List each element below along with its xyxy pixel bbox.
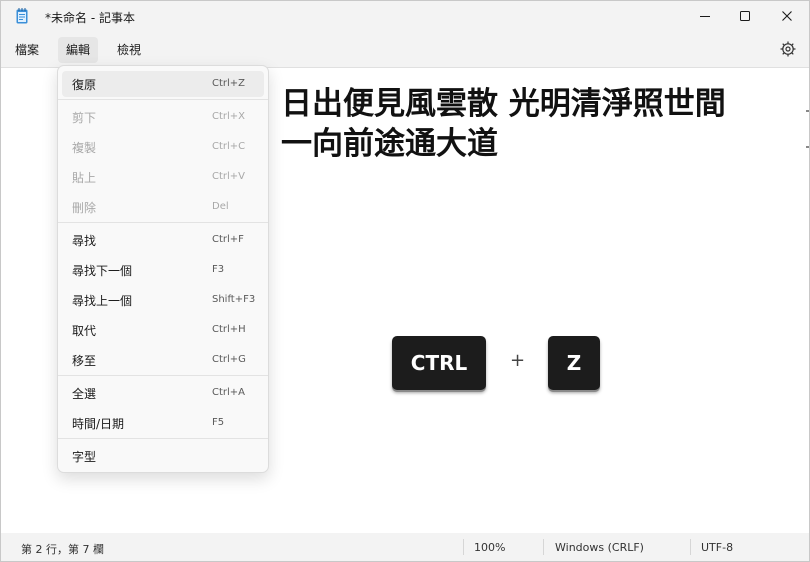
menu-item-delete: 刪除 Del	[62, 194, 264, 220]
scrollbar-mark	[806, 146, 809, 148]
window-title: *未命名 - 記事本	[45, 11, 135, 25]
menu-file[interactable]: 檔案	[7, 37, 47, 63]
zoom-level[interactable]: 100%	[474, 541, 505, 554]
notepad-window: *未命名 - 記事本 檔案 編輯 檢視 日出便見風雲散 光明清淨照世間 一向前途…	[0, 0, 810, 562]
menu-item-replace[interactable]: 取代 Ctrl+H	[62, 317, 264, 343]
plus-sign: +	[510, 350, 526, 371]
status-bar: 第 2 行，第 7 欄 100% Windows (CRLF) UTF-8	[1, 533, 809, 561]
z-key: Z	[548, 336, 600, 390]
status-divider	[690, 539, 691, 555]
scrollbar-mark	[806, 110, 809, 112]
encoding[interactable]: UTF-8	[701, 541, 733, 554]
menu-item-find-previous[interactable]: 尋找上一個 Shift+F3	[62, 287, 264, 313]
minimize-icon	[700, 16, 710, 17]
menu-separator	[58, 99, 268, 100]
menu-item-label: 貼上	[72, 171, 97, 185]
menu-item-shortcut: Ctrl+Z	[212, 78, 246, 89]
menu-item-paste: 貼上 Ctrl+V	[62, 164, 264, 190]
menu-item-find[interactable]: 尋找 Ctrl+F	[62, 227, 264, 253]
menu-item-label: 尋找下一個	[72, 264, 133, 278]
menu-item-shortcut: Del	[212, 201, 229, 212]
menu-item-select-all[interactable]: 全選 Ctrl+A	[62, 380, 264, 406]
status-divider	[463, 539, 464, 555]
keyboard-shortcut-graphic: CTRL + Z	[382, 326, 610, 400]
cursor-position: 第 2 行，第 7 欄	[21, 543, 104, 556]
menu-item-shortcut: F5	[212, 417, 225, 428]
status-divider	[543, 539, 544, 555]
maximize-icon	[740, 11, 750, 21]
menu-item-copy: 複製 Ctrl+C	[62, 134, 264, 160]
menu-item-label: 取代	[72, 324, 97, 338]
editor-line-1: 日出便見風雲散 光明清淨照世間	[281, 86, 726, 122]
menu-item-shortcut: Shift+F3	[212, 294, 256, 305]
menu-item-label: 復原	[72, 78, 97, 92]
menu-item-shortcut: Ctrl+F	[212, 234, 244, 245]
editor-content[interactable]: 日出便見風雲散 光明清淨照世間 一向前途通大道	[281, 84, 801, 164]
menu-item-label: 移至	[72, 354, 97, 368]
menu-item-label: 全選	[72, 387, 97, 401]
gear-icon	[780, 41, 796, 57]
menu-item-find-next[interactable]: 尋找下一個 F3	[62, 257, 264, 283]
menu-item-shortcut: Ctrl+G	[212, 354, 246, 365]
menu-item-label: 字型	[72, 450, 97, 464]
menu-bar: 檔案 編輯 檢視	[1, 35, 809, 65]
editor-line-2: 一向前途通大道	[281, 126, 498, 162]
menu-item-cut: 剪下 Ctrl+X	[62, 104, 264, 130]
ctrl-key: CTRL	[392, 336, 486, 390]
menu-item-shortcut: F3	[212, 264, 225, 275]
menu-separator	[58, 222, 268, 223]
menu-item-label: 尋找	[72, 234, 97, 248]
menu-item-time-date[interactable]: 時間/日期 F5	[62, 410, 264, 436]
menu-item-label: 剪下	[72, 111, 97, 125]
menu-item-label: 時間/日期	[72, 417, 125, 431]
line-ending[interactable]: Windows (CRLF)	[555, 541, 644, 554]
notepad-icon	[16, 8, 28, 24]
menu-separator	[58, 375, 268, 376]
close-icon	[782, 11, 792, 21]
menu-item-font[interactable]: 字型	[62, 443, 264, 469]
menu-item-label: 尋找上一個	[72, 294, 133, 308]
menu-item-shortcut: Ctrl+V	[212, 171, 246, 182]
menu-item-label: 刪除	[72, 201, 97, 215]
edit-menu-dropdown: 復原 Ctrl+Z 剪下 Ctrl+X 複製 Ctrl+C 貼上 Ctrl+V …	[57, 65, 269, 473]
menu-item-shortcut: Ctrl+X	[212, 111, 246, 122]
menu-item-shortcut: Ctrl+H	[212, 324, 246, 335]
settings-button[interactable]	[779, 40, 797, 58]
minimize-button[interactable]	[685, 1, 725, 31]
menu-item-label: 複製	[72, 141, 97, 155]
menu-item-shortcut: Ctrl+C	[212, 141, 246, 152]
menu-item-go-to[interactable]: 移至 Ctrl+G	[62, 347, 264, 373]
menu-separator	[58, 438, 268, 439]
menu-item-undo[interactable]: 復原 Ctrl+Z	[62, 71, 264, 97]
menu-edit[interactable]: 編輯	[58, 37, 99, 63]
close-button[interactable]	[767, 1, 807, 31]
maximize-button[interactable]	[725, 1, 765, 31]
menu-view[interactable]: 檢視	[109, 37, 149, 63]
menu-item-shortcut: Ctrl+A	[212, 387, 246, 398]
title-bar: *未命名 - 記事本	[1, 1, 809, 31]
